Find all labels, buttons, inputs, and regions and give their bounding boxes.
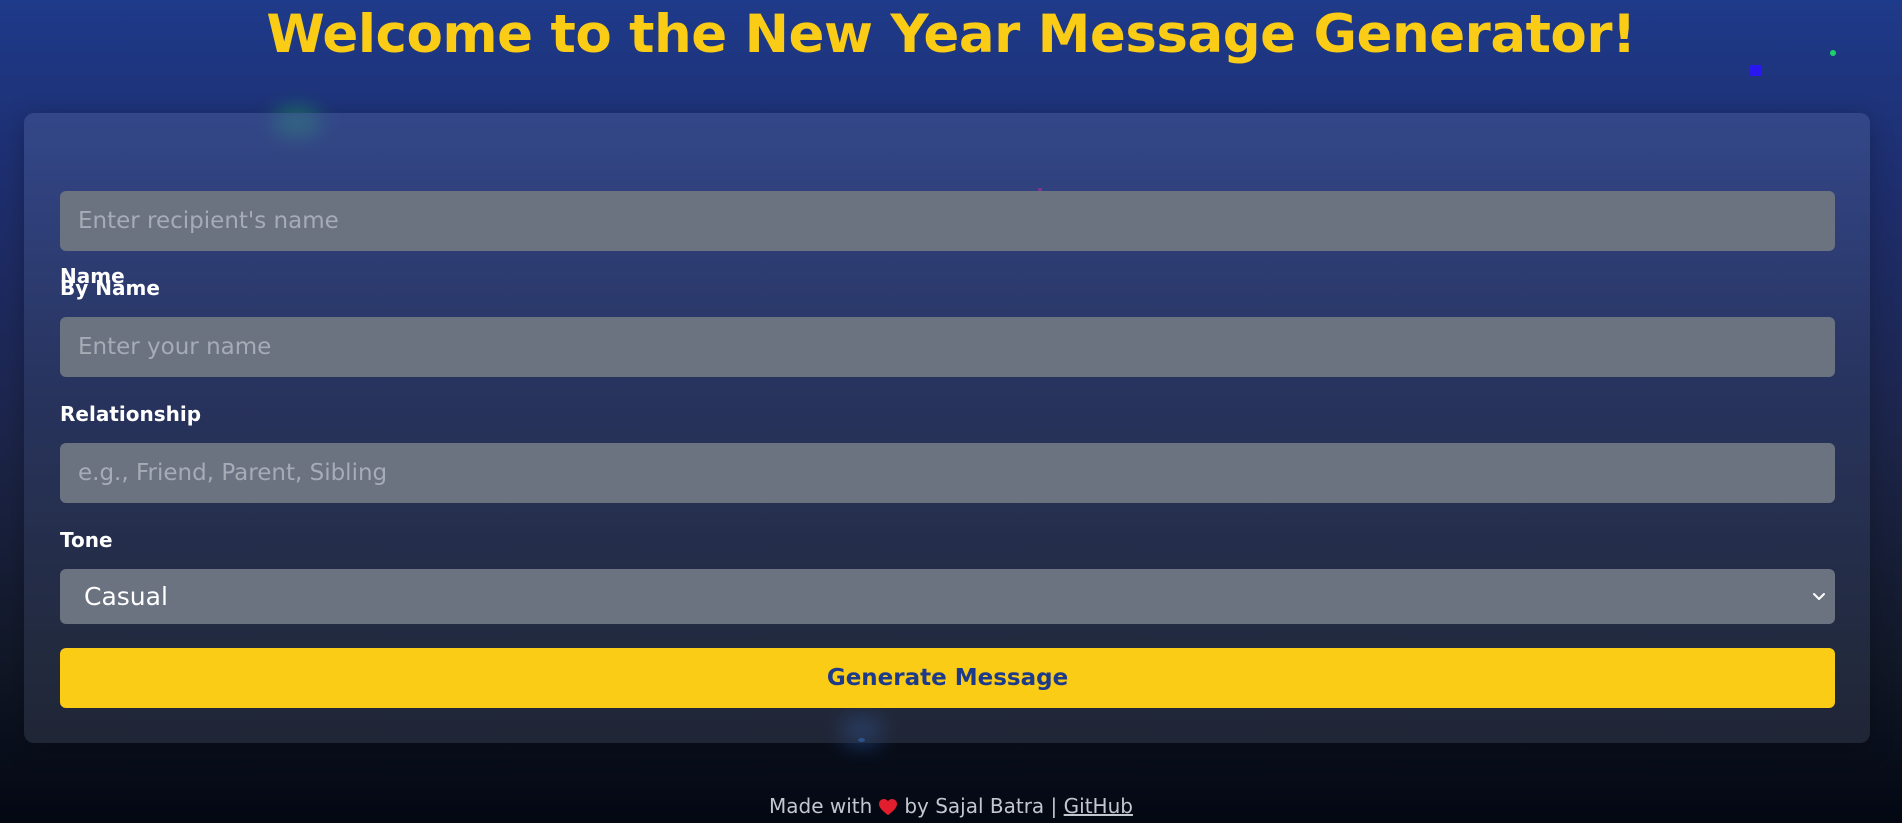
github-link[interactable]: GitHub	[1064, 794, 1133, 818]
confetti-particle	[1830, 50, 1836, 56]
relationship-label: Relationship	[60, 402, 202, 426]
generate-message-button[interactable]: Generate Message	[60, 648, 1835, 708]
tone-selected-value: Casual	[84, 582, 168, 611]
chevron-down-icon	[1813, 593, 1825, 600]
relationship-input[interactable]	[60, 443, 1835, 503]
page-title: Welcome to the New Year Message Generato…	[266, 4, 1636, 65]
footer-made-with: Made with	[769, 794, 873, 818]
tone-select[interactable]: Casual	[60, 569, 1835, 624]
recipient-name-input[interactable]	[60, 191, 1835, 251]
confetti-particle	[1750, 65, 1761, 76]
heart-icon	[879, 798, 898, 816]
footer: Made with by Sajal Batra | GitHub	[0, 793, 1902, 819]
message-form: Name By Name Relationship Tone Casual Ge…	[24, 113, 1870, 743]
footer-by-text: by Sajal Batra |	[904, 794, 1058, 818]
tone-label: Tone	[60, 528, 113, 552]
sender-name-input[interactable]	[60, 317, 1835, 377]
by-name-label: By Name	[60, 276, 160, 300]
